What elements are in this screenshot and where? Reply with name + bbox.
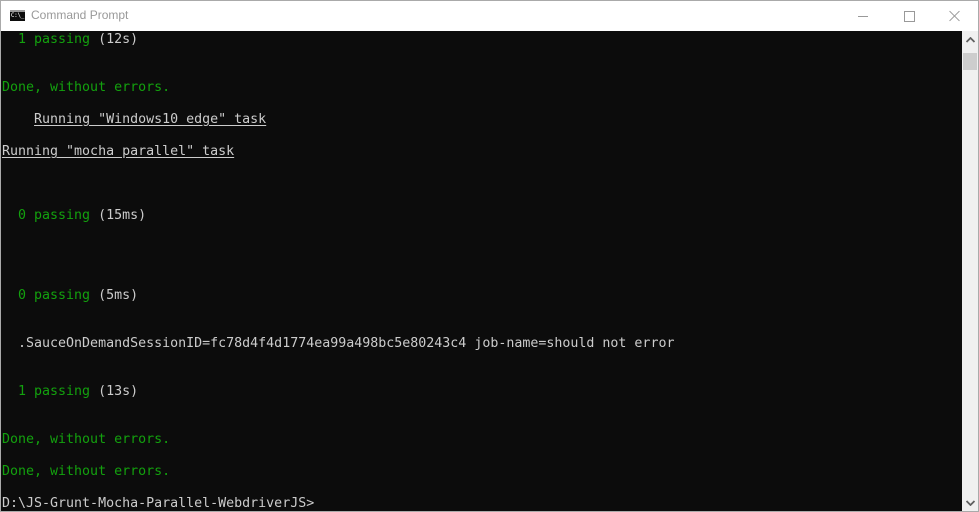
console-line: 0 passing (15ms) [2,208,146,224]
console-text: 0 passing [2,288,91,303]
console-text: (12s) [90,32,139,47]
close-icon [949,10,961,22]
console-line: D:\JS-Grunt-Mocha-Parallel-WebdriverJS> [2,496,314,511]
cmd-icon[interactable]: C:\_ [10,10,25,21]
console-line: Done, without errors. [2,464,170,480]
console-text: (15ms) [90,208,147,223]
console-line: Done, without errors. [2,432,170,448]
console-text: (13s) [90,384,139,399]
console-text: 1 passing [2,32,91,47]
console-text: Done, without errors. [2,80,171,95]
minimize-button[interactable] [840,1,886,31]
chevron-up-icon [965,36,975,43]
console-text: Running "Windows10 edge" task [34,112,267,127]
cmd-icon-text: C:\_ [10,12,25,19]
console-line: 1 passing (12s) [2,32,138,48]
console-output[interactable]: 1 passing (12s) Done, without errors. Run… [1,31,962,511]
console-text: (5ms) [90,288,139,303]
command-prompt-window: C:\_ Command Prompt 1 passing (12s) Done,… [0,0,979,512]
close-button[interactable] [932,1,978,31]
maximize-button[interactable] [886,1,932,31]
window-title: Command Prompt [31,8,129,22]
console-text: .SauceOnDemandSessionID=fc78d4f4d1774ea9… [2,336,675,351]
vertical-scrollbar[interactable] [962,31,978,511]
console-text: 0 passing [2,208,91,223]
console-text: D:\JS-Grunt-Mocha-Parallel-WebdriverJS> [2,496,315,511]
console-text: Done, without errors. [2,464,171,479]
title-bar[interactable]: C:\_ Command Prompt [1,1,978,31]
chevron-down-icon [965,499,975,506]
console-line: 0 passing (5ms) [2,288,138,304]
console-line: Done, without errors. [2,80,170,96]
console-line: 1 passing (13s) [2,384,138,400]
minimize-icon [858,15,868,17]
console-line: Running "Windows10 edge" task [2,112,266,128]
console-text: Running "mocha parallel" task [2,144,235,159]
scroll-thumb[interactable] [963,53,977,70]
console-line: Running "mocha parallel" task [2,144,234,160]
maximize-icon [903,10,915,22]
console-text: Done, without errors. [2,432,171,447]
console-text: 1 passing [2,384,91,399]
scroll-down-button[interactable] [962,494,978,511]
scroll-up-button[interactable] [962,31,978,48]
console-line: .SauceOnDemandSessionID=fc78d4f4d1774ea9… [2,336,674,352]
